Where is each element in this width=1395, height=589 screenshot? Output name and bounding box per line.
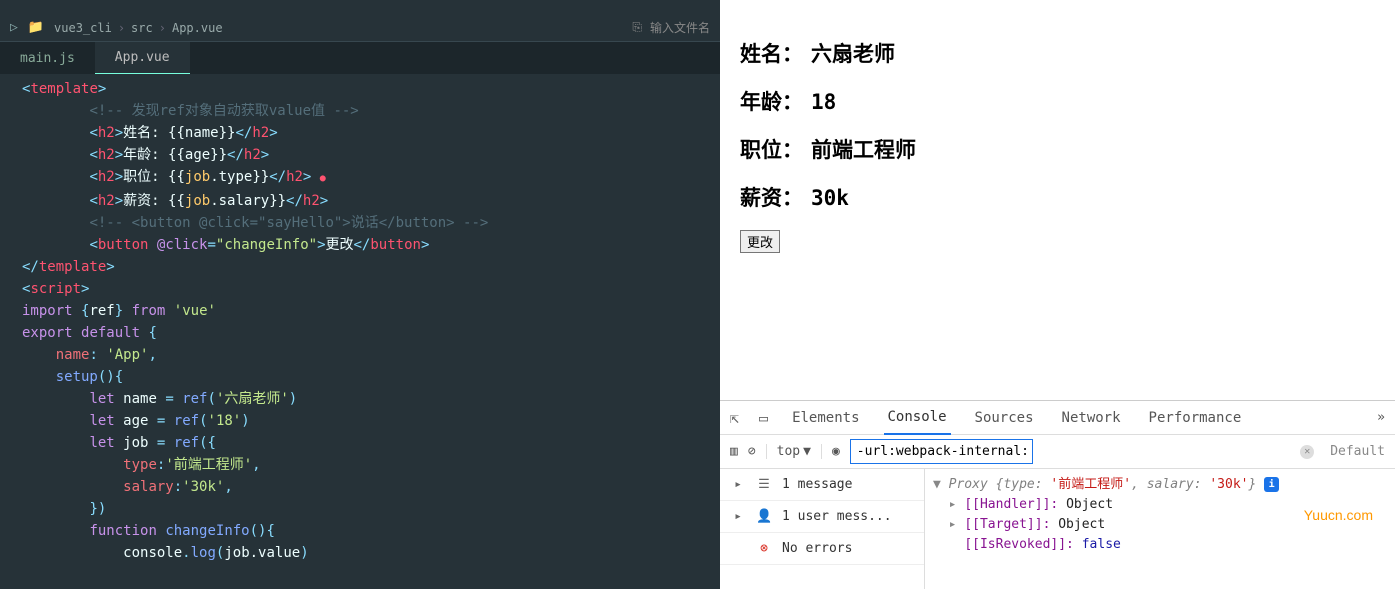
console-line[interactable]: [[IsRevoked]]: false — [933, 535, 1387, 555]
log-levels[interactable]: Default — [1330, 444, 1385, 459]
breadcrumb-item[interactable]: App.vue — [172, 21, 223, 35]
inspect-icon[interactable]: ⇱ — [730, 409, 739, 427]
tab-elements[interactable]: Elements — [788, 402, 863, 434]
tab-appvue[interactable]: App.vue — [95, 42, 190, 74]
file-search-placeholder[interactable]: 输入文件名 — [650, 19, 710, 36]
page-salary-heading: 薪资：30k — [740, 182, 1375, 212]
device-icon[interactable]: ▭ — [759, 409, 768, 427]
watermark: Yuucn.com — [1304, 507, 1373, 523]
breadcrumb-item[interactable]: src — [131, 21, 153, 35]
clear-console-icon[interactable]: ⊘ — [748, 444, 756, 459]
chevron-right-icon: › — [159, 21, 166, 35]
sidebar-toggle-icon[interactable]: ▥ — [730, 444, 738, 459]
change-button[interactable]: 更改 — [740, 230, 780, 253]
list-icon: ☰ — [756, 477, 772, 492]
sidebar-messages[interactable]: ▸☰1 message — [720, 469, 924, 501]
search-icon[interactable]: ⎘ — [632, 20, 642, 35]
eye-icon[interactable]: ◉ — [832, 444, 840, 459]
ide-toolbar: ▷ 📁 vue3_cli › src › App.vue ⎘ 输入文件名 — [0, 14, 720, 42]
chevron-right-icon: ▸ — [730, 477, 746, 492]
console-output[interactable]: Yuucn.com ▼ Proxy {type: '前端工程师', salary… — [925, 469, 1395, 589]
more-tabs-icon[interactable]: » — [1377, 410, 1385, 425]
ide-pane: ▷ 📁 vue3_cli › src › App.vue ⎘ 输入文件名 mai… — [0, 0, 720, 589]
error-icon: ⊗ — [756, 541, 772, 556]
console-filter-input[interactable] — [850, 439, 1033, 464]
chevron-right-icon: ▸ — [730, 509, 746, 524]
sidebar-user-messages[interactable]: ▸👤1 user mess... — [720, 501, 924, 533]
console-filter-bar: ▥ ⊘ top ▼ ◉ ✕ Default — [720, 435, 1395, 469]
breadcrumb-item[interactable]: vue3_cli — [54, 21, 112, 35]
breadcrumb[interactable]: vue3_cli › src › App.vue — [54, 21, 223, 35]
info-badge-icon[interactable]: i — [1264, 477, 1279, 492]
devtools-tabs: ⇱ ▭ Elements Console Sources Network Per… — [720, 401, 1395, 435]
sidebar-errors[interactable]: ⊗No errors — [720, 533, 924, 565]
tab-console[interactable]: Console — [884, 401, 951, 435]
ide-menubar — [0, 0, 720, 14]
tab-sources[interactable]: Sources — [971, 402, 1038, 434]
page-age-heading: 年龄：18 — [740, 86, 1375, 116]
folder-icon[interactable]: 📁 — [28, 20, 44, 35]
run-icon[interactable]: ▷ — [10, 20, 18, 35]
page-name-heading: 姓名：六扇老师 — [740, 38, 1375, 68]
chevron-right-icon: › — [118, 21, 125, 35]
user-icon: 👤 — [756, 509, 772, 524]
code-editor[interactable]: <template> <!-- 发现ref对象自动获取value值 --> <h… — [0, 74, 720, 589]
console-sidebar: ▸☰1 message ▸👤1 user mess... ⊗No errors — [720, 469, 925, 589]
tab-mainjs[interactable]: main.js — [0, 42, 95, 74]
browser-pane: 姓名：六扇老师 年龄：18 职位：前端工程师 薪资：30k 更改 ⇱ ▭ Ele… — [720, 0, 1395, 589]
browser-chrome — [720, 0, 1395, 10]
context-selector[interactable]: top ▼ — [766, 444, 822, 459]
console-line[interactable]: ▼ Proxy {type: '前端工程师', salary: '30k'} i — [933, 475, 1387, 495]
page-job-heading: 职位：前端工程师 — [740, 134, 1375, 164]
tab-network[interactable]: Network — [1058, 402, 1125, 434]
rendered-page: 姓名：六扇老师 年龄：18 职位：前端工程师 薪资：30k 更改 — [720, 10, 1395, 400]
devtools-body: ▸☰1 message ▸👤1 user mess... ⊗No errors … — [720, 469, 1395, 589]
chevron-down-icon: ▼ — [803, 444, 811, 459]
editor-tabs: main.js App.vue — [0, 42, 720, 74]
devtools: ⇱ ▭ Elements Console Sources Network Per… — [720, 400, 1395, 589]
clear-input-icon[interactable]: ✕ — [1300, 445, 1314, 459]
tab-performance[interactable]: Performance — [1145, 402, 1246, 434]
